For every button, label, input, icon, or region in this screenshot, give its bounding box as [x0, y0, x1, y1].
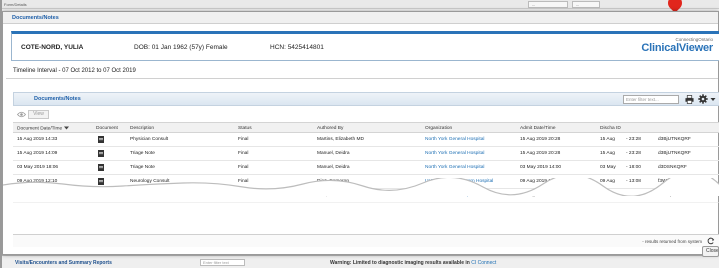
- chevron-down-icon[interactable]: [710, 97, 716, 102]
- cell-status: Final: [238, 151, 249, 156]
- cell-description: Triage Note: [130, 165, 155, 170]
- patient-banner: COTE-NORD, YULIA DOB: 01 Jan 1962 (57y) …: [11, 31, 719, 61]
- table-row[interactable]: 15 Aug 2019 14:33 Physician Consult Fina…: [13, 133, 719, 147]
- refresh-icon[interactable]: [707, 237, 715, 245]
- underlying-breadcrumb: Form/Details: [4, 2, 27, 7]
- table-row[interactable]: 03 May 2019 18:06 Triage Note Final Manu…: [13, 161, 719, 175]
- eye-icon: [17, 111, 26, 118]
- document-icon[interactable]: [98, 164, 104, 171]
- column-header-document[interactable]: Document: [96, 126, 118, 131]
- printer-icon[interactable]: [685, 95, 694, 104]
- gear-icon[interactable]: [698, 94, 708, 104]
- cell-date: 03 May 2019 18:06: [17, 165, 59, 170]
- timeline-interval: Timeline Interval - 07 Oct 2012 to 07 Oc…: [13, 68, 136, 74]
- cell-description: Triage Note: [130, 151, 155, 156]
- window-edge: [0, 0, 2, 268]
- cell-date: 15 Aug 2019 14:09: [17, 151, 58, 156]
- underlying-toolbar-button[interactable]: ...: [528, 1, 568, 8]
- cell-discharge: 15 Aug: [600, 151, 615, 156]
- document-icon[interactable]: [98, 150, 104, 157]
- close-button[interactable]: Close: [702, 246, 719, 257]
- cell-admit: 15 Aug 2019 20:28: [520, 151, 561, 156]
- column-header-discharge[interactable]: Discha ID: [600, 126, 621, 131]
- cell-id: d3BjUTNKQRF: [658, 151, 691, 156]
- cell-description: Physician Consult: [130, 137, 169, 142]
- cell-id: d3DSNKQRF: [658, 165, 687, 170]
- cell-organization[interactable]: North York General Hospital: [425, 165, 484, 170]
- clinical-viewer-logo: ConnectingOntario ClinicalViewer: [641, 37, 713, 54]
- filter-input[interactable]: Enter filter text...: [623, 95, 679, 104]
- documents-section-title: Documents/Notes: [34, 96, 81, 102]
- sort-desc-icon: [64, 126, 70, 130]
- dialog-title: Documents/Notes: [12, 15, 59, 21]
- visits-section-title[interactable]: Visits/Encounters and Summary Reports: [15, 260, 112, 266]
- document-icon[interactable]: [98, 136, 104, 143]
- column-header-admit[interactable]: Admit Date/Time: [520, 126, 556, 131]
- patient-name: COTE-NORD, YULIA: [21, 44, 84, 51]
- view-button[interactable]: View: [28, 110, 49, 119]
- torn-edge-overlay: [3, 178, 719, 196]
- table-row[interactable]: 15 Aug 2019 14:09 Triage Note Final Manu…: [13, 147, 719, 161]
- results-count: - results returned from system: [642, 239, 702, 244]
- cell-discharge-time: - 23:28: [626, 137, 641, 142]
- imaging-warning: Warning: Limited to diagnostic imaging r…: [330, 260, 497, 266]
- cell-discharge: 03 May: [600, 165, 616, 170]
- patient-dob: DOB: 01 Jan 1962 (57y) Female: [134, 44, 228, 51]
- dialog-title-bar: Documents/Notes: [3, 12, 718, 24]
- column-header-status[interactable]: Status: [238, 126, 252, 131]
- cell-discharge: 15 Aug: [600, 137, 615, 142]
- table-header: Document Date/Time Document Description …: [13, 122, 719, 133]
- underlying-top-bar: Form/Details ... ...: [0, 0, 719, 9]
- documents-section-header: Documents/Notes Enter filter text...: [13, 92, 719, 106]
- results-status-bar: - results returned from system: [13, 234, 719, 247]
- underlying-visits-strip: Visits/Encounters and Summary Reports En…: [0, 255, 719, 268]
- divider: [6, 78, 718, 79]
- patient-hcn: HCN: 5425414801: [270, 44, 324, 51]
- cell-organization[interactable]: North York General Hospital: [425, 151, 484, 156]
- column-header-organization[interactable]: Organization: [425, 126, 452, 131]
- underlying-toolbar-button[interactable]: ...: [572, 1, 600, 8]
- cell-id: d3BjUTNKQRF: [658, 137, 691, 142]
- column-header-authored-by[interactable]: Authored By: [317, 126, 343, 131]
- cell-date: 15 Aug 2019 14:33: [17, 137, 58, 142]
- column-header-date[interactable]: Document Date/Time: [17, 126, 70, 131]
- cell-author: Manuel, Deidra: [317, 151, 350, 156]
- cell-status: Final: [238, 137, 249, 142]
- cell-discharge-time: - 23:28: [626, 151, 641, 156]
- visits-filter-input[interactable]: Enter filter text: [200, 259, 245, 266]
- documents-notes-dialog: Documents/Notes COTE-NORD, YULIA DOB: 01…: [2, 11, 719, 255]
- ci-connect-link[interactable]: CI Connect: [471, 260, 496, 266]
- cell-admit: 15 Aug 2019 20:28: [520, 137, 561, 142]
- cell-status: Final: [238, 165, 249, 170]
- column-header-description[interactable]: Description: [130, 126, 154, 131]
- cell-author: Manuel, Deidra: [317, 165, 350, 170]
- cell-organization[interactable]: North York General Hospital: [425, 137, 484, 142]
- cell-discharge-time: - 18:00: [626, 165, 641, 170]
- cell-author: Martins, Elizabeth MD: [317, 137, 364, 142]
- cell-admit: 03 May 2019 14:00: [520, 165, 562, 170]
